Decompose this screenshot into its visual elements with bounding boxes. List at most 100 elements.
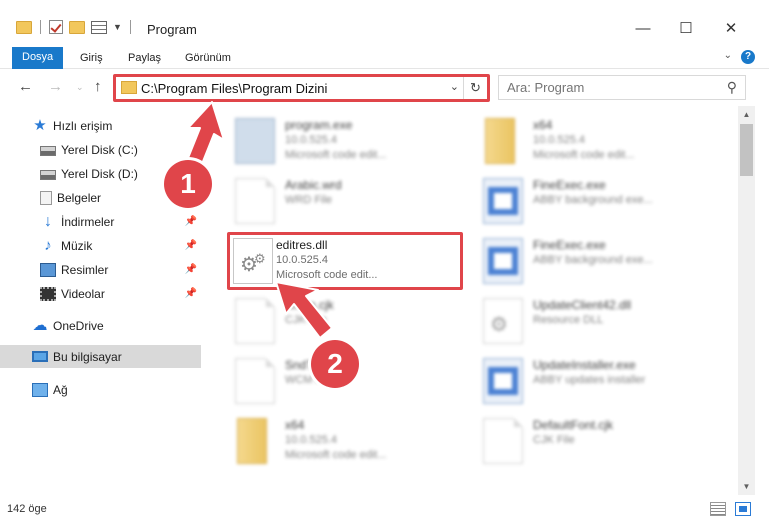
file-tile-updateclient42-dll[interactable]: ⚙ UpdateClient42.dll Resource DLL <box>463 292 713 348</box>
item-count: 142 öge <box>7 503 47 515</box>
scroll-up-icon[interactable]: ▲ <box>738 106 755 123</box>
sidebar-item-videos[interactable]: Videolar 📌 <box>40 282 201 305</box>
sidebar-item-music[interactable]: ♪ Müzik 📌 <box>40 234 201 257</box>
recent-locations-chevron-icon[interactable]: ⌄ <box>76 82 84 93</box>
file-tile-arabic-wrd[interactable]: Arabic.wrd WRD File <box>215 172 465 228</box>
exe-file-icon <box>483 238 523 284</box>
file-type: Resource DLL <box>533 314 604 326</box>
tab-view[interactable]: Görünüm <box>175 48 241 69</box>
file-tile-fineexec-exe[interactable]: FineExec.exe ABBY background exe... <box>463 172 713 228</box>
exe-file-icon <box>235 118 275 164</box>
downloads-icon: ↓ <box>44 212 52 230</box>
minimize-button[interactable]: — <box>633 20 653 38</box>
help-icon[interactable]: ? <box>741 50 755 64</box>
search-box[interactable]: ⚲ <box>498 75 746 100</box>
sidebar-item-pictures[interactable]: Resimler 📌 <box>40 258 201 281</box>
sidebar-item-label: Müzik <box>61 238 93 253</box>
file-name: program.exe <box>285 118 353 132</box>
vertical-scrollbar[interactable]: ▲ ▼ <box>738 106 755 495</box>
documents-icon <box>40 190 52 205</box>
file-type: CJK File <box>285 314 327 326</box>
sidebar-item-network[interactable]: Ağ <box>32 378 201 401</box>
videos-icon <box>40 286 56 301</box>
file-tile-program-exe[interactable]: program.exe 10.0.525.4 Microsoft code ed… <box>215 112 465 168</box>
sidebar-item-onedrive[interactable]: ☁ OneDrive <box>32 314 201 337</box>
divider <box>40 20 41 34</box>
file-name: UpdateClient42.dll <box>533 298 632 312</box>
file-description: ABBY background exe... <box>533 194 653 206</box>
file-version: 10.0.525.4 <box>285 434 337 446</box>
file-tile-defaultfont-cjk[interactable]: DefaultFont.cjk CJK File <box>463 412 713 468</box>
step-badge-1: 1 <box>164 160 212 208</box>
sidebar-item-label: Videolar <box>61 286 105 301</box>
new-folder-icon[interactable] <box>69 20 85 34</box>
onedrive-icon: ☁ <box>32 316 48 334</box>
window-title: Program <box>147 22 197 37</box>
file-name: Kl..an.cjk <box>285 298 334 312</box>
chevron-down-icon[interactable]: ▼ <box>113 22 122 32</box>
forward-arrow-icon[interactable]: → <box>48 78 63 95</box>
file-version: 10.0.525.4 <box>533 134 585 146</box>
editres-dll-highlight <box>227 232 463 290</box>
tab-file[interactable]: Dosya <box>12 47 64 69</box>
generic-file-icon <box>235 298 275 344</box>
file-tile-updateinstaller-exe[interactable]: UpdateInstaller.exe ABBY updates install… <box>463 352 713 408</box>
pin-icon[interactable]: 📌 <box>185 264 197 275</box>
tab-share[interactable]: Paylaş <box>118 48 171 69</box>
file-name: DefaultFont.cjk <box>533 418 614 432</box>
close-button[interactable]: ✕ <box>721 20 741 38</box>
maximize-button[interactable]: ☐ <box>676 20 696 38</box>
sidebar-item-downloads[interactable]: ↓ İndirmeler 📌 <box>40 210 201 233</box>
step-badge-2: 2 <box>311 340 359 388</box>
file-description: Microsoft code edit... <box>533 149 635 161</box>
search-icon[interactable]: ⚲ <box>727 79 737 96</box>
status-bar: 142 öge <box>0 496 769 528</box>
sidebar-item-this-pc[interactable]: Bu bilgisayar <box>0 345 201 368</box>
title-bar: ▼ Program — ☐ ✕ <box>0 0 769 44</box>
details-view-icon[interactable] <box>710 502 726 516</box>
exe-file-icon <box>483 178 523 224</box>
sidebar-item-local-disk-c[interactable]: Yerel Disk (C:) <box>40 138 201 161</box>
sidebar-item-label: Resimler <box>61 262 109 277</box>
quick-access-toolbar: ▼ <box>16 20 133 34</box>
file-name: FineExec.exe <box>533 178 606 192</box>
drive-icon <box>40 169 56 180</box>
large-icons-view-icon[interactable] <box>735 502 751 516</box>
search-input[interactable] <box>507 77 717 98</box>
sidebar-item-quick-access[interactable]: ★ Hızlı erişim <box>32 114 201 137</box>
file-tile-fineexec-exe[interactable]: FineExec.exe ABBY background exe... <box>463 232 713 288</box>
address-bar-highlight <box>113 74 490 102</box>
sidebar-item-label: Hızlı erişim <box>53 118 113 133</box>
folder-icon <box>16 20 32 34</box>
properties-check-icon[interactable] <box>49 20 63 34</box>
scroll-down-icon[interactable]: ▼ <box>738 478 755 495</box>
file-name: x64 <box>285 418 305 432</box>
drive-icon <box>40 145 56 156</box>
file-list: program.exe 10.0.525.4 Microsoft code ed… <box>205 106 738 495</box>
chevron-down-icon[interactable]: ⌄ <box>724 50 732 61</box>
file-name: Arabic.wrd <box>285 178 342 192</box>
back-arrow-icon[interactable]: ← <box>18 78 33 95</box>
sidebar-item-label: Belgeler <box>57 190 102 205</box>
exe-file-icon <box>483 358 523 404</box>
this-pc-icon <box>32 351 48 362</box>
pin-icon[interactable]: 📌 <box>185 288 197 299</box>
file-tile-x64[interactable]: x64 10.0.525.4 Microsoft code edit... <box>463 112 713 168</box>
up-arrow-icon[interactable]: ↑ <box>94 78 102 95</box>
pin-icon[interactable]: 📌 <box>185 240 197 251</box>
generic-file-icon <box>235 358 275 404</box>
scrollbar-thumb[interactable] <box>740 124 753 176</box>
customize-icon[interactable] <box>91 20 107 34</box>
tab-home[interactable]: Giriş <box>70 48 113 69</box>
file-type: CJK File <box>533 434 575 446</box>
sidebar-item-label: Yerel Disk (D:) <box>61 166 138 181</box>
music-icon: ♪ <box>44 236 52 254</box>
pin-icon[interactable]: 📌 <box>185 216 197 227</box>
sidebar-item-label: İndirmeler <box>61 214 115 229</box>
file-name: x64 <box>533 118 553 132</box>
file-description: Microsoft code edit... <box>285 449 387 461</box>
file-description: ABBY updates installer <box>533 374 646 386</box>
gear-icon: ⚙ <box>490 314 508 336</box>
generic-file-icon <box>483 418 523 464</box>
file-tile-x64[interactable]: x64 10.0.525.4 Microsoft code edit... <box>215 412 465 468</box>
